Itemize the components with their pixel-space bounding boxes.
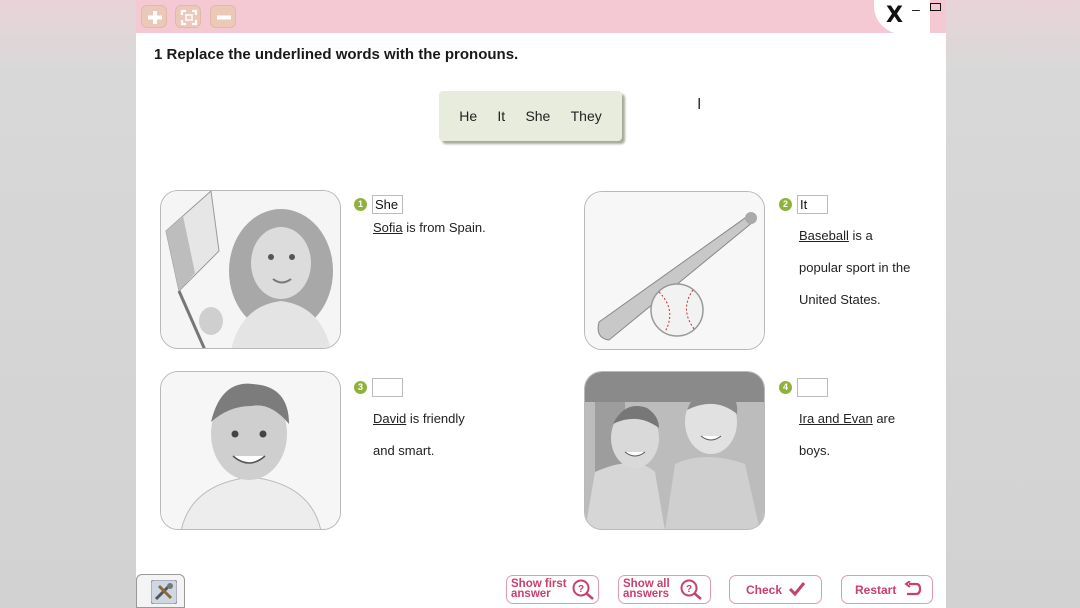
tools-icon — [151, 580, 177, 604]
zoom-in-button[interactable] — [141, 5, 167, 28]
close-button[interactable]: X — [886, 3, 903, 28]
underlined-word-3: David — [373, 411, 407, 426]
word-she[interactable]: She — [525, 108, 550, 124]
maximize-icon[interactable] — [930, 3, 941, 11]
photo-baseball-bat — [584, 191, 765, 350]
word-they[interactable]: They — [571, 108, 602, 124]
minus-icon — [217, 15, 231, 20]
checkmark-icon — [788, 582, 806, 597]
svg-text:?: ? — [578, 584, 584, 595]
sentence-2-line-2: popular sport in the — [799, 260, 911, 275]
underlined-word-1: Sofia — [373, 220, 403, 235]
answer-box-2[interactable]: It — [797, 195, 828, 214]
plus-icon — [148, 11, 162, 24]
restart-arrow-icon — [904, 581, 922, 596]
show-all-line-2: answers — [623, 588, 670, 600]
word-it[interactable]: It — [497, 108, 505, 124]
sentence-3-line-2: and smart. — [373, 443, 435, 458]
show-all-answers-button[interactable]: Show all answers ? — [618, 575, 711, 604]
item-number-1: 1 — [354, 198, 367, 211]
sentence-4-rest: are — [872, 411, 896, 426]
photo-boy — [160, 371, 341, 530]
exercise-window: X – 1 Replace the underlined words with … — [136, 0, 946, 608]
item-number-4: 4 — [779, 381, 792, 394]
item-number-3: 3 — [354, 381, 367, 394]
check-button[interactable]: Check — [729, 575, 822, 604]
restart-label: Restart — [855, 583, 897, 597]
show-all-label: Show all answers — [623, 578, 670, 600]
fullscreen-icon — [180, 9, 198, 26]
sentence-3-rest: is friendly — [406, 411, 465, 426]
sentence-4-line-2: boys. — [799, 443, 831, 458]
svg-text:?: ? — [686, 584, 692, 595]
top-toolbar: X – — [136, 0, 946, 34]
text-cursor-icon: I — [697, 96, 702, 113]
sentence-2-rest: is a — [848, 228, 873, 243]
item-number-2: 2 — [779, 198, 792, 211]
show-first-line-2: answer — [511, 588, 551, 600]
sentence-4: Ira and Evan are boys. — [799, 403, 895, 467]
zoom-out-button[interactable] — [210, 5, 236, 28]
left-margin — [0, 0, 136, 608]
sentence-3: David is friendly and smart. — [373, 403, 465, 467]
photo-two-boys — [584, 371, 765, 530]
right-margin — [946, 0, 1080, 608]
show-first-answer-button[interactable]: Show first answer ? — [506, 575, 599, 604]
show-first-label: Show first answer — [511, 578, 567, 600]
instruction: 1 Replace the underlined words with the … — [154, 46, 519, 63]
check-label: Check — [746, 583, 783, 597]
word-he[interactable]: He — [459, 108, 477, 124]
magnifier-question-icon: ? — [572, 579, 594, 600]
magnifier-question-icon: ? — [680, 579, 702, 600]
sentence-2: Baseball is a popular sport in the Unite… — [799, 220, 910, 316]
underlined-word-2: Baseball — [799, 228, 849, 243]
answer-box-3[interactable] — [372, 378, 403, 397]
answer-box-4[interactable] — [797, 378, 828, 397]
sentence-2-line-3: United States. — [799, 292, 881, 307]
sentence-1-rest: is from Spain. — [402, 220, 486, 235]
fit-screen-button[interactable] — [175, 5, 201, 28]
minimize-icon[interactable]: – — [912, 1, 920, 17]
tools-button[interactable] — [136, 574, 185, 608]
word-bank: He It She They — [439, 91, 622, 141]
sentence-1: Sofia is from Spain. — [373, 212, 486, 244]
photo-girl-flag — [160, 190, 341, 349]
underlined-word-4: Ira and Evan — [799, 411, 873, 426]
restart-button[interactable]: Restart — [841, 575, 933, 604]
